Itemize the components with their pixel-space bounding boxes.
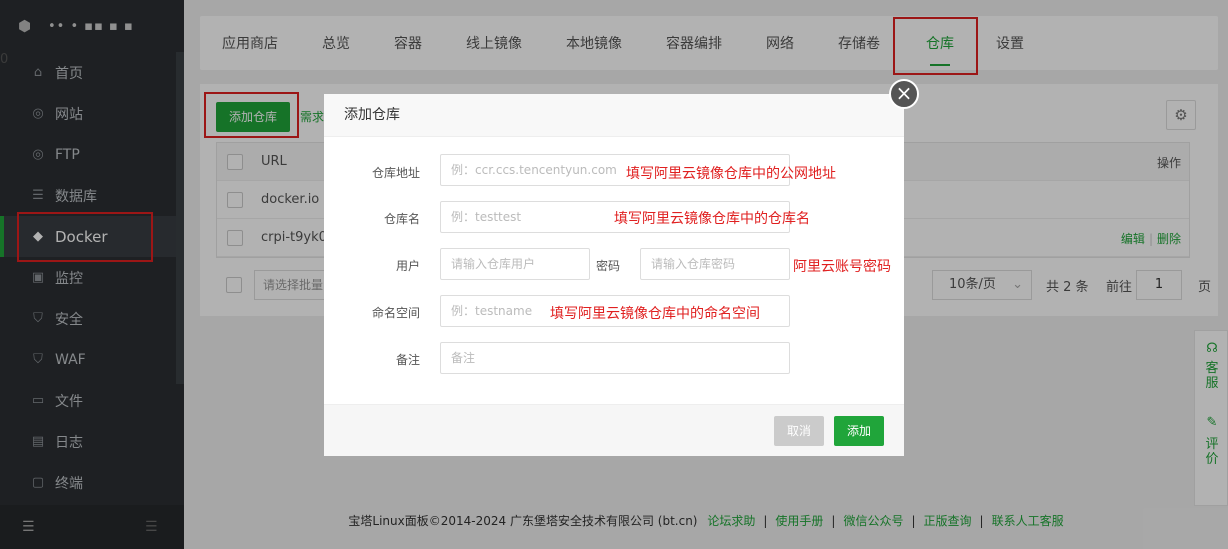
username-input[interactable]: 请输入仓库用户: [440, 248, 590, 280]
registry-address-label: 仓库地址: [371, 166, 420, 180]
remark-label: 备注: [395, 353, 420, 367]
registry-name-label: 仓库名: [383, 212, 420, 226]
namespace-label: 命名空间: [371, 306, 420, 320]
remark-input[interactable]: 备注: [440, 342, 790, 374]
annotation-namespace: 填写阿里云镜像仓库中的命名空间: [550, 306, 760, 322]
dialog-title: 添加仓库: [324, 94, 904, 137]
password-input[interactable]: 请输入仓库密码: [640, 248, 790, 280]
annotation-name: 填写阿里云镜像仓库中的仓库名: [614, 211, 810, 227]
password-label: 密码: [596, 259, 621, 273]
cancel-button[interactable]: 取消: [774, 416, 824, 446]
annotation-address: 填写阿里云镜像仓库中的公网地址: [626, 166, 836, 182]
username-label: 用户: [395, 259, 420, 273]
add-registry-dialog: 添加仓库 仓库地址 例：ccr.ccs.tencentyun.com 填写阿里云…: [324, 94, 904, 456]
annotation-account: 阿里云账号密码: [793, 259, 891, 275]
dialog-footer: 取消 添加: [324, 404, 904, 456]
close-icon[interactable]: ×: [889, 79, 919, 109]
add-button[interactable]: 添加: [834, 416, 884, 446]
